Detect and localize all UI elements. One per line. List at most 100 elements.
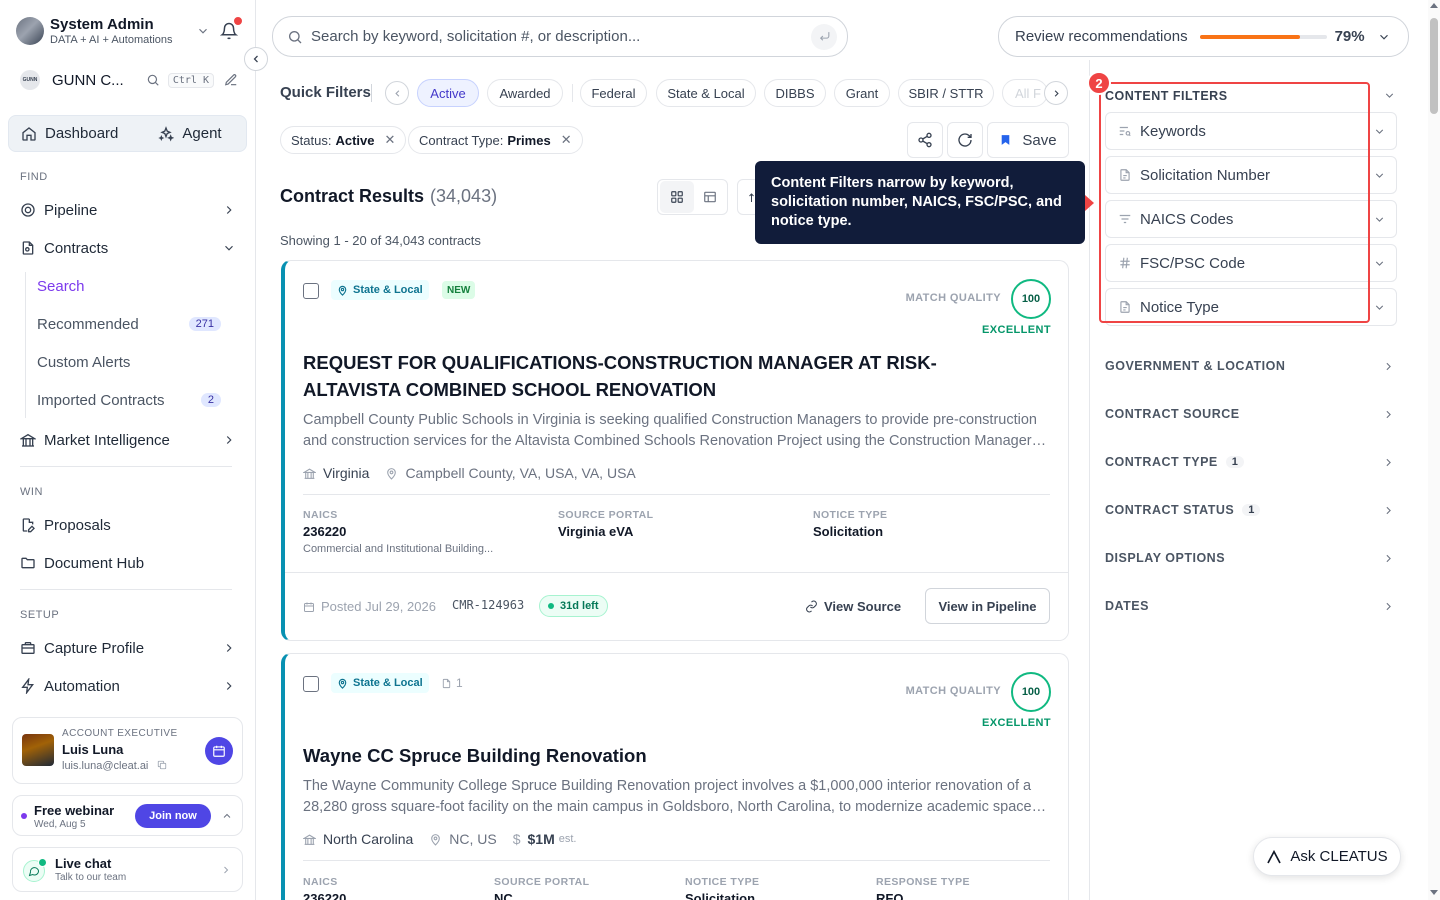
sidebar-item-capture-profile[interactable]: Capture Profile	[20, 636, 236, 660]
email-text: luis.luna@cleat.ai	[62, 760, 149, 772]
edit-icon[interactable]	[224, 73, 238, 87]
grid-view-button[interactable]	[660, 181, 694, 213]
filter-section-government-location[interactable]: GOVERNMENT & LOCATION	[1105, 356, 1395, 376]
filter-section-contract-type[interactable]: CONTRACT TYPE 1	[1105, 452, 1395, 472]
filter-fsc-psc-code[interactable]: FSC/PSC Code	[1105, 244, 1397, 282]
search-icon[interactable]	[146, 73, 160, 87]
remove-filter-icon[interactable]: ✕	[385, 132, 396, 148]
share-button[interactable]	[907, 122, 943, 158]
chat-title: Live chat	[55, 856, 112, 871]
review-recommendations[interactable]: Review recommendations 79%	[998, 16, 1409, 57]
source-field: SOURCE PORTAL NC	[494, 876, 589, 900]
location-text: Campbell County, VA, USA, VA, USA	[405, 465, 636, 481]
review-percent: 79%	[1334, 28, 1365, 45]
sidebar-item-custom-alerts[interactable]: Custom Alerts	[37, 350, 221, 374]
quick-filter-awarded[interactable]: Awarded	[487, 79, 563, 107]
contract-card[interactable]: State & Local 1 MATCH QUALITY 100 EXCELL…	[281, 653, 1069, 900]
scrollbar-thumb[interactable]	[1430, 18, 1438, 114]
location-meta: Campbell County, VA, USA, VA, USA	[385, 465, 636, 481]
sidebar-item-automation[interactable]: Automation	[20, 674, 236, 698]
chevron-up-icon[interactable]	[221, 810, 233, 822]
scroll-up-arrow[interactable]	[1430, 3, 1438, 8]
search-icon	[289, 30, 302, 43]
filter-section-display-options[interactable]: DISPLAY OPTIONS	[1105, 548, 1395, 568]
schedule-meeting-button[interactable]	[205, 737, 233, 765]
filter-solicitation-number[interactable]: Solicitation Number	[1105, 156, 1397, 194]
org-switcher[interactable]: GUNN GUNN C... Ctrl K	[20, 68, 238, 92]
quick-filter-active[interactable]: Active	[417, 79, 479, 107]
search-input[interactable]	[311, 28, 811, 45]
filter-section-contract-source[interactable]: CONTRACT SOURCE	[1105, 404, 1395, 424]
sidebar-item-imported-contracts[interactable]: Imported Contracts 2	[37, 388, 221, 412]
select-checkbox[interactable]	[303, 283, 319, 299]
chevron-right-icon	[1386, 506, 1391, 514]
results-title-text: Contract Results	[280, 186, 425, 206]
chat-subtitle: Talk to our team	[55, 872, 127, 883]
contract-title[interactable]: REQUEST FOR QUALIFICATIONS-CONSTRUCTION …	[303, 349, 1033, 403]
view-in-pipeline-button[interactable]: View in Pipeline	[925, 588, 1050, 624]
quick-filter-state-local[interactable]: State & Local	[656, 79, 756, 107]
chevron-down-icon[interactable]	[196, 24, 210, 38]
user-menu[interactable]: System Admin DATA + AI + Automations	[16, 14, 243, 48]
table-view-button[interactable]	[694, 181, 728, 213]
filter-value: Primes	[507, 132, 551, 148]
join-webinar-button[interactable]: Join now	[135, 804, 211, 828]
quick-filter-federal[interactable]: Federal	[580, 79, 647, 107]
sidebar-label: Search	[37, 277, 85, 295]
filter-section-contract-status[interactable]: CONTRACT STATUS 1	[1105, 500, 1395, 520]
user-avatar	[16, 17, 44, 45]
sidebar-item-recommended[interactable]: Recommended 271	[37, 312, 221, 336]
search-submit-button[interactable]	[811, 23, 837, 50]
view-source-link[interactable]: View Source	[805, 599, 901, 614]
refresh-icon	[958, 133, 972, 147]
contract-card[interactable]: State & Local NEW MATCH QUALITY 100 EXCE…	[281, 260, 1069, 641]
ask-cleatus-button[interactable]: Ask CLEATUS	[1253, 837, 1401, 876]
sidebar-item-search[interactable]: Search	[37, 274, 221, 298]
notifications-bell-icon[interactable]	[219, 16, 243, 40]
quick-filter-grant[interactable]: Grant	[834, 79, 890, 107]
quick-filter-all[interactable]: All F	[1002, 79, 1048, 107]
chevron-down-icon	[1375, 304, 1384, 310]
quick-filter-dibbs[interactable]: DIBBS	[764, 79, 826, 107]
sidebar-label: Pipeline	[44, 201, 98, 219]
sidebar-item-market-intelligence[interactable]: Market Intelligence	[20, 428, 236, 452]
sidebar-item-pipeline[interactable]: Pipeline	[20, 198, 236, 222]
remove-filter-icon[interactable]: ✕	[561, 132, 572, 148]
state-meta: North Carolina	[303, 831, 413, 847]
quick-filter-sbir-sttr[interactable]: SBIR / STTR	[898, 79, 994, 107]
section-label: DATES	[1105, 599, 1149, 613]
section-label-win: WIN	[20, 486, 43, 498]
contract-title[interactable]: Wayne CC Spruce Building Renovation	[303, 742, 1033, 769]
collapse-sidebar-button[interactable]	[244, 47, 268, 71]
field-value: RFQ	[876, 891, 904, 900]
agent-tab[interactable]: Agent	[158, 125, 222, 142]
scroll-filters-right-button[interactable]	[1044, 81, 1068, 105]
sidebar-item-contracts[interactable]: Contracts	[20, 236, 236, 260]
live-chat-card[interactable]: Live chat Talk to our team	[12, 847, 243, 892]
field-label: SOURCE PORTAL	[494, 876, 590, 888]
dashboard-tab[interactable]: Dashboard	[21, 125, 118, 142]
sidebar-item-proposals[interactable]: Proposals	[20, 513, 236, 537]
content-filters-header[interactable]: CONTENT FILTERS	[1105, 89, 1228, 103]
select-checkbox[interactable]	[303, 676, 319, 692]
chevron-down-icon[interactable]	[1383, 89, 1396, 102]
filter-section-dates[interactable]: DATES	[1105, 596, 1395, 616]
chevron-right-icon	[1054, 89, 1059, 97]
scroll-filters-left-button[interactable]	[385, 81, 409, 105]
scroll-down-arrow[interactable]	[1430, 890, 1438, 895]
sidebar-label: Capture Profile	[44, 639, 145, 657]
copy-icon[interactable]	[157, 760, 167, 770]
filter-naics-codes[interactable]: NAICS Codes	[1105, 200, 1397, 238]
folder-icon	[21, 557, 35, 569]
page-scrollbar[interactable]	[1428, 0, 1440, 900]
save-search-button[interactable]: Save	[987, 122, 1069, 158]
sidebar-item-document-hub[interactable]: Document Hub	[20, 551, 236, 575]
field-label: NAICS	[303, 876, 338, 888]
filter-key: Status:	[291, 132, 332, 148]
refresh-button[interactable]	[947, 122, 983, 158]
filter-keywords[interactable]: Keywords	[1105, 112, 1397, 150]
sidebar-label: Contracts	[44, 239, 109, 257]
chevron-right-icon	[226, 644, 232, 652]
filter-notice-type[interactable]: Notice Type	[1105, 288, 1397, 326]
map-pin-icon	[338, 285, 347, 296]
